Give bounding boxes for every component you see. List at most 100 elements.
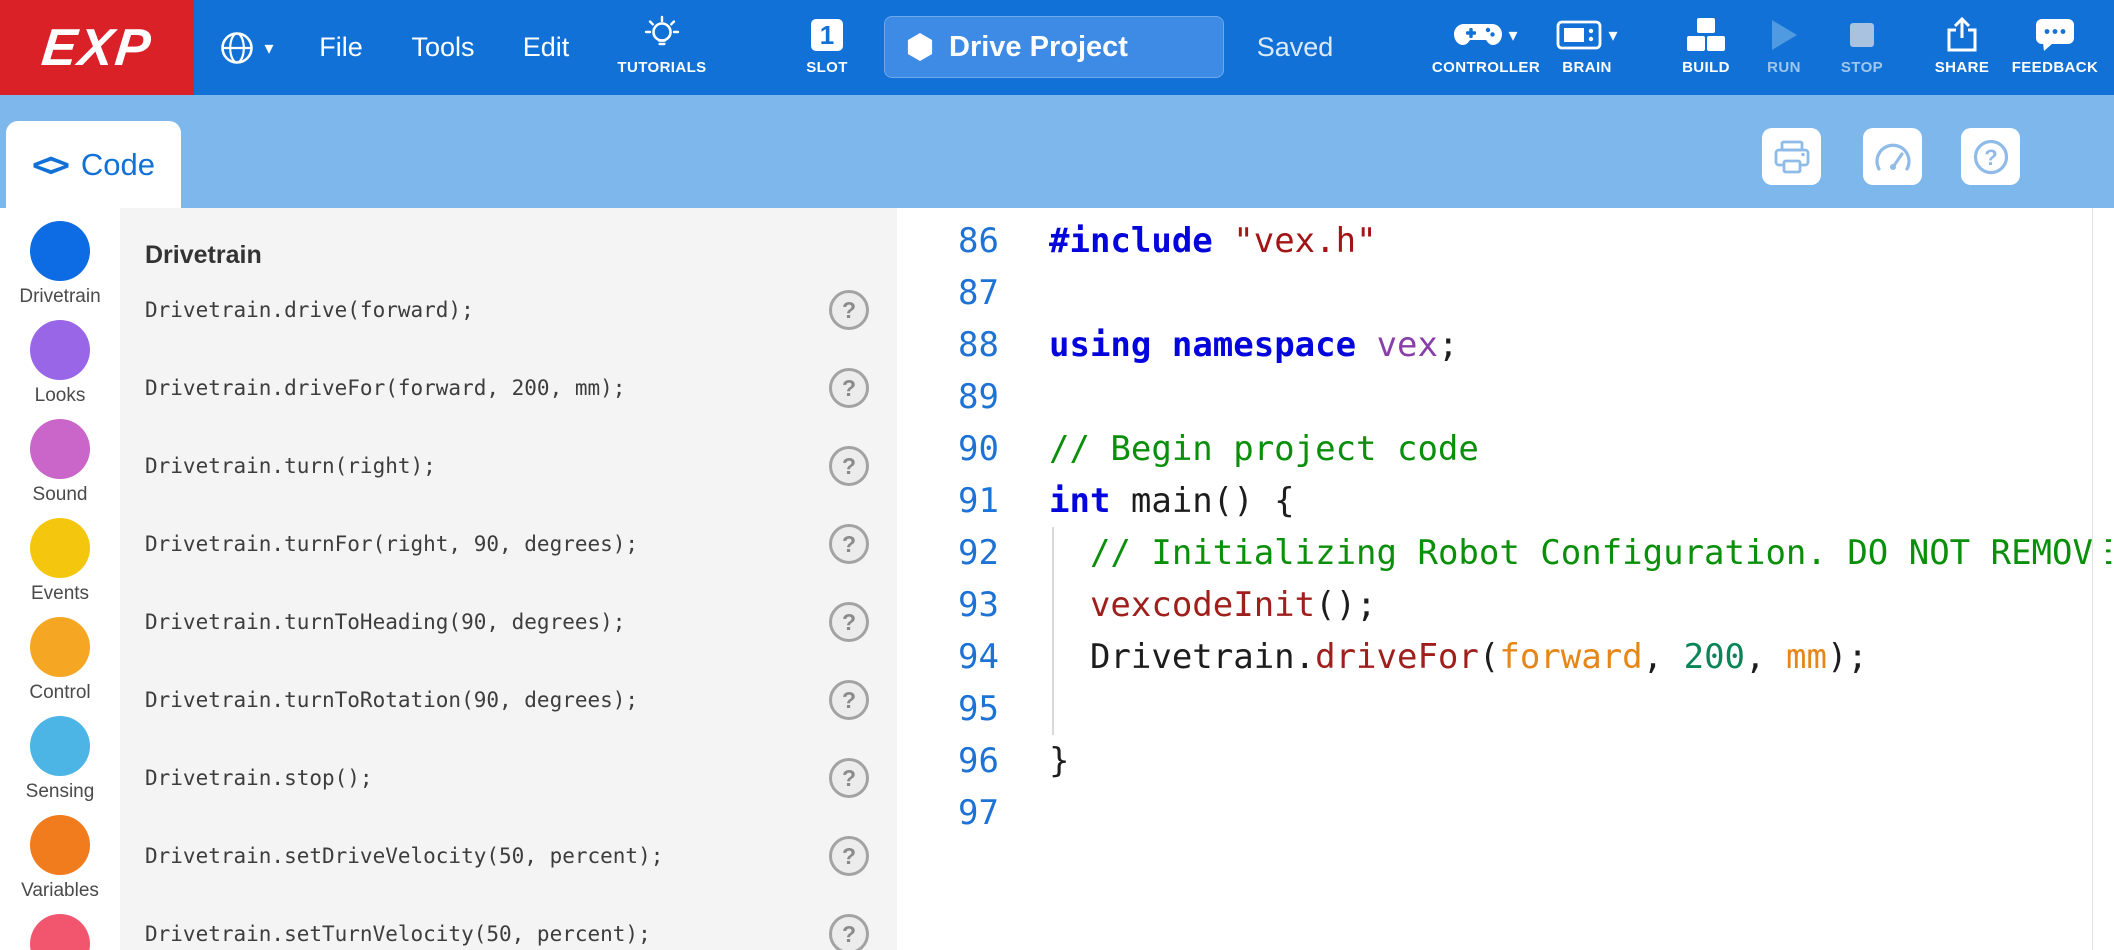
sidebar-item-events[interactable]: Events: [0, 518, 120, 617]
category-circle[interactable]: [30, 815, 90, 875]
command-text: Drivetrain.turn(right);: [145, 454, 436, 478]
dashboard-button[interactable]: [1863, 128, 1922, 185]
command-list: Drivetrain.drive(forward);?Drivetrain.dr…: [120, 271, 897, 950]
code-editor[interactable]: 86#include "vex.h"8788using namespace ve…: [897, 208, 2114, 950]
code-token: 200: [1684, 637, 1745, 677]
command-row[interactable]: Drivetrain.driveFor(forward, 200, mm);?: [120, 349, 897, 427]
code-token: using: [1049, 325, 1151, 365]
category-label: Sound: [33, 484, 88, 506]
slot-button[interactable]: 1 SLOT: [782, 14, 872, 76]
code-token: forward: [1499, 637, 1642, 677]
sidebar-item-partial-7[interactable]: [0, 914, 120, 950]
code-token: Drivetrain.: [1049, 637, 1315, 677]
tab-code[interactable]: <> Code: [6, 121, 181, 208]
code-line[interactable]: 97: [897, 787, 2114, 839]
category-circle[interactable]: [30, 518, 90, 578]
command-row[interactable]: Drivetrain.turn(right);?: [120, 427, 897, 505]
help-button[interactable]: ?: [1961, 128, 2020, 185]
brain-button[interactable]: ▾ BRAIN: [1545, 14, 1629, 76]
indent-guide-line: [1052, 527, 1054, 735]
code-line[interactable]: 86#include "vex.h": [897, 215, 2114, 267]
command-row[interactable]: Drivetrain.turnToRotation(90, degrees);?: [120, 661, 897, 739]
hexagon-icon: [905, 31, 935, 63]
category-circle[interactable]: [30, 221, 90, 281]
command-row[interactable]: Drivetrain.drive(forward);?: [120, 271, 897, 349]
code-line[interactable]: 88using namespace vex;: [897, 319, 2114, 371]
save-status: Saved: [1250, 0, 1340, 95]
menu-tools[interactable]: Tools: [398, 0, 488, 95]
editor-scrollbar[interactable]: [2092, 208, 2106, 950]
category-circle[interactable]: [30, 320, 90, 380]
command-help-button[interactable]: ?: [829, 602, 869, 642]
command-row[interactable]: Drivetrain.setTurnVelocity(50, percent);…: [120, 895, 897, 950]
code-line[interactable]: 93 vexcodeInit();: [897, 579, 2114, 631]
build-button[interactable]: BUILD: [1666, 14, 1746, 76]
code-token: [1151, 325, 1171, 365]
brain-label: BRAIN: [1562, 59, 1612, 76]
menu-edit[interactable]: Edit: [506, 0, 586, 95]
line-number: 96: [897, 741, 999, 781]
code-line[interactable]: 87: [897, 267, 2114, 319]
menu-file[interactable]: File: [302, 0, 380, 95]
tutorials-button[interactable]: TUTORIALS: [602, 14, 722, 76]
run-button[interactable]: RUN: [1749, 14, 1819, 76]
stop-button[interactable]: STOP: [1827, 14, 1897, 76]
project-name-box[interactable]: Drive Project: [884, 16, 1224, 78]
build-blocks-icon: [1686, 16, 1726, 54]
category-circle[interactable]: [30, 914, 90, 950]
tutorials-label: TUTORIALS: [617, 59, 706, 76]
line-number: 90: [897, 429, 999, 469]
code-line[interactable]: 96}: [897, 735, 2114, 787]
main-content: Drivetrain Looks Sound EventsControlSensing…: [0, 208, 2114, 950]
print-console-button[interactable]: [1762, 128, 1821, 185]
command-text: Drivetrain.turnToRotation(90, degrees);: [145, 688, 638, 712]
share-label: SHARE: [1935, 59, 1990, 76]
chevron-down-icon: ▾: [264, 39, 273, 57]
command-help-button[interactable]: ?: [829, 680, 869, 720]
command-help-button[interactable]: ?: [829, 836, 869, 876]
category-label: Drivetrain: [19, 286, 100, 308]
feedback-bubble-icon: [2034, 17, 2076, 53]
code-token: main() {: [1110, 481, 1294, 521]
sidebar-item-variables[interactable]: Variables: [0, 815, 120, 914]
category-circle[interactable]: [30, 419, 90, 479]
code-line[interactable]: 91int main() {: [897, 475, 2114, 527]
controller-button[interactable]: ▾ CONTROLLER: [1426, 14, 1546, 76]
command-row[interactable]: Drivetrain.stop();?: [120, 739, 897, 817]
code-token: vexcodeInit: [1090, 585, 1315, 625]
share-button[interactable]: SHARE: [1922, 14, 2002, 76]
command-row[interactable]: Drivetrain.setDriveVelocity(50, percent)…: [120, 817, 897, 895]
line-number: 88: [897, 325, 999, 365]
slot-number-icon: 1: [807, 15, 847, 55]
tab-code-label: Code: [81, 147, 155, 183]
code-token: // Initializing Robot Configuration. DO …: [1090, 533, 2114, 573]
command-help-button[interactable]: ?: [829, 758, 869, 798]
command-help-button[interactable]: ?: [829, 290, 869, 330]
category-circle[interactable]: [30, 716, 90, 776]
sidebar-item-control[interactable]: Control: [0, 617, 120, 716]
code-token: vex: [1377, 325, 1438, 365]
code-line[interactable]: 92 // Initializing Robot Configuration. …: [897, 527, 2114, 579]
category-circle[interactable]: [30, 617, 90, 677]
sidebar-item-sound[interactable]: Sound: [0, 419, 120, 518]
sidebar-item-drivetrain[interactable]: Drivetrain: [0, 221, 120, 320]
code-line[interactable]: 95: [897, 683, 2114, 735]
code-token: ();: [1315, 585, 1376, 625]
command-row[interactable]: Drivetrain.turnToHeading(90, degrees);?: [120, 583, 897, 661]
code-line[interactable]: 89: [897, 371, 2114, 423]
code-text: vexcodeInit();: [1049, 585, 1377, 625]
language-menu[interactable]: ▾: [198, 0, 294, 95]
code-text: // Begin project code: [1049, 429, 1479, 469]
command-row[interactable]: Drivetrain.turnFor(right, 90, degrees);?: [120, 505, 897, 583]
command-help-button[interactable]: ?: [829, 914, 869, 950]
code-line[interactable]: 94 Drivetrain.driveFor(forward, 200, mm)…: [897, 631, 2114, 683]
sidebar-item-sensing[interactable]: Sensing: [0, 716, 120, 815]
command-help-button[interactable]: ?: [829, 368, 869, 408]
code-token: ,: [1643, 637, 1684, 677]
command-help-button[interactable]: ?: [829, 446, 869, 486]
command-help-button[interactable]: ?: [829, 524, 869, 564]
feedback-button[interactable]: FEEDBACK: [2005, 14, 2105, 76]
code-brackets-icon: <>: [32, 145, 67, 185]
sidebar-item-looks[interactable]: Looks: [0, 320, 120, 419]
code-line[interactable]: 90 // Begin project code: [897, 423, 2114, 475]
